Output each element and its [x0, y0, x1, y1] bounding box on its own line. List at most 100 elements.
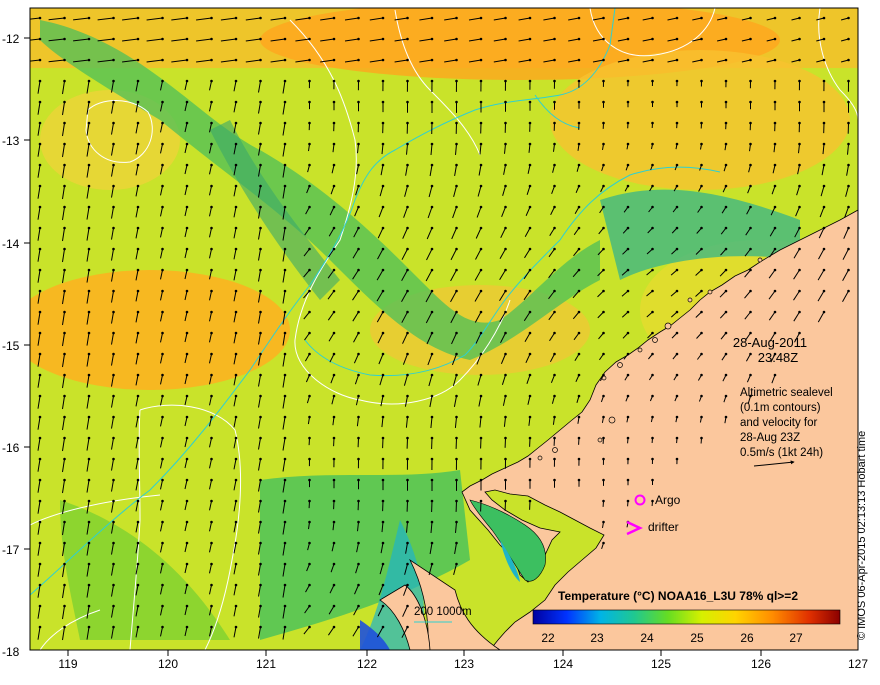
velocity-arrow-base-icon — [431, 500, 434, 503]
velocity-arrow-base-icon — [382, 248, 385, 251]
velocity-arrow-base-icon — [308, 101, 311, 104]
velocity-arrow-base-icon — [651, 332, 654, 335]
velocity-arrow-base-icon — [382, 500, 385, 503]
velocity-arrow-base-icon — [39, 500, 42, 503]
velocity-arrow-base-icon — [455, 479, 458, 482]
velocity-arrow-base-icon — [210, 500, 213, 503]
velocity-arrow-base-icon — [308, 332, 311, 335]
velocity-arrow-base-icon — [112, 311, 115, 314]
velocity-arrow-base-icon — [382, 17, 385, 20]
velocity-arrow-base-icon — [137, 521, 140, 524]
velocity-arrow-base-icon — [210, 17, 213, 20]
velocity-arrow-base-icon — [88, 143, 91, 146]
velocity-arrow-base-icon — [210, 38, 213, 41]
velocity-arrow-base-icon — [774, 122, 777, 125]
velocity-arrow-base-icon — [210, 458, 213, 461]
velocity-arrow-base-icon — [137, 206, 140, 209]
y-tick-18: -18 — [2, 645, 20, 659]
velocity-arrow-base-icon — [406, 80, 409, 83]
velocity-arrow-base-icon — [553, 479, 556, 482]
velocity-arrow-base-icon — [406, 122, 409, 125]
velocity-arrow-base-icon — [504, 227, 507, 230]
velocity-arrow-base-icon — [210, 563, 213, 566]
velocity-arrow-base-icon — [651, 374, 654, 377]
velocity-arrow-base-icon — [210, 59, 213, 62]
velocity-arrow-base-icon — [504, 269, 507, 272]
velocity-arrow-base-icon — [259, 101, 262, 104]
velocity-arrow-base-icon — [529, 500, 532, 503]
velocity-arrow-base-icon — [259, 437, 262, 440]
velocity-arrow-base-icon — [725, 206, 728, 209]
velocity-arrow-base-icon — [333, 143, 336, 146]
velocity-arrow-base-icon — [112, 416, 115, 419]
y-tick-14: -14 — [2, 237, 20, 251]
velocity-arrow-base-icon — [553, 38, 556, 41]
velocity-arrow-base-icon — [210, 605, 213, 608]
velocity-arrow-base-icon — [455, 374, 458, 377]
velocity-arrow-base-icon — [112, 395, 115, 398]
velocity-arrow-base-icon — [504, 332, 507, 335]
velocity-arrow-base-icon — [112, 626, 115, 629]
velocity-arrow-base-icon — [627, 290, 630, 293]
velocity-arrow-base-icon — [161, 332, 164, 335]
velocity-arrow-base-icon — [161, 59, 164, 62]
velocity-arrow-base-icon — [480, 353, 483, 356]
velocity-arrow-base-icon — [725, 38, 728, 41]
velocity-arrow-base-icon — [210, 626, 213, 629]
velocity-arrow-base-icon — [284, 395, 287, 398]
velocity-arrow-base-icon — [406, 584, 409, 587]
velocity-arrow-base-icon — [186, 626, 189, 629]
velocity-arrow-base-icon — [676, 395, 679, 398]
velocity-arrow-base-icon — [161, 38, 164, 41]
velocity-arrow-base-icon — [88, 185, 91, 188]
velocity-arrow-base-icon — [480, 269, 483, 272]
velocity-arrow-base-icon — [455, 206, 458, 209]
velocity-arrow-base-icon — [382, 353, 385, 356]
velocity-arrow-base-icon — [333, 500, 336, 503]
velocity-arrow-base-icon — [749, 227, 752, 230]
velocity-arrow-base-icon — [529, 437, 532, 440]
velocity-arrow-base-icon — [406, 416, 409, 419]
velocity-arrow-base-icon — [137, 311, 140, 314]
velocity-arrow-base-icon — [651, 227, 654, 230]
velocity-arrow-base-icon — [627, 17, 630, 20]
velocity-arrow-base-icon — [627, 458, 630, 461]
velocity-arrow-base-icon — [455, 248, 458, 251]
velocity-arrow-base-icon — [235, 542, 238, 545]
velocity-arrow-base-icon — [749, 332, 752, 335]
velocity-arrow-base-icon — [725, 332, 728, 335]
velocity-arrow-base-icon — [480, 437, 483, 440]
velocity-arrow-base-icon — [602, 437, 605, 440]
velocity-arrow-base-icon — [88, 38, 91, 41]
velocity-arrow-base-icon — [725, 311, 728, 314]
velocity-arrow-base-icon — [333, 437, 336, 440]
velocity-arrow-base-icon — [137, 563, 140, 566]
velocity-arrow-base-icon — [529, 206, 532, 209]
velocity-arrow-base-icon — [333, 563, 336, 566]
velocity-arrow-base-icon — [88, 332, 91, 335]
velocity-arrow-base-icon — [259, 458, 262, 461]
velocity-arrow-base-icon — [186, 563, 189, 566]
velocity-arrow-base-icon — [235, 605, 238, 608]
velocity-arrow-base-icon — [235, 80, 238, 83]
velocity-arrow-base-icon — [284, 227, 287, 230]
velocity-arrow-base-icon — [235, 626, 238, 629]
velocity-arrow-base-icon — [431, 122, 434, 125]
velocity-arrow-base-icon — [602, 164, 605, 167]
velocity-arrow-base-icon — [161, 143, 164, 146]
velocity-arrow-base-icon — [651, 59, 654, 62]
velocity-arrow-base-icon — [259, 185, 262, 188]
velocity-arrow-base-icon — [627, 59, 630, 62]
velocity-arrow-base-icon — [39, 101, 42, 104]
velocity-arrow-base-icon — [455, 290, 458, 293]
velocity-arrow-base-icon — [88, 563, 91, 566]
velocity-arrow-base-icon — [39, 38, 42, 41]
velocity-arrow-base-icon — [333, 311, 336, 314]
velocity-arrow-base-icon — [504, 437, 507, 440]
velocity-arrow-base-icon — [284, 122, 287, 125]
velocity-arrow-base-icon — [602, 521, 605, 524]
velocity-arrow-base-icon — [480, 185, 483, 188]
velocity-arrow-base-icon — [431, 479, 434, 482]
velocity-arrow-base-icon — [88, 458, 91, 461]
velocity-arrow-base-icon — [186, 479, 189, 482]
